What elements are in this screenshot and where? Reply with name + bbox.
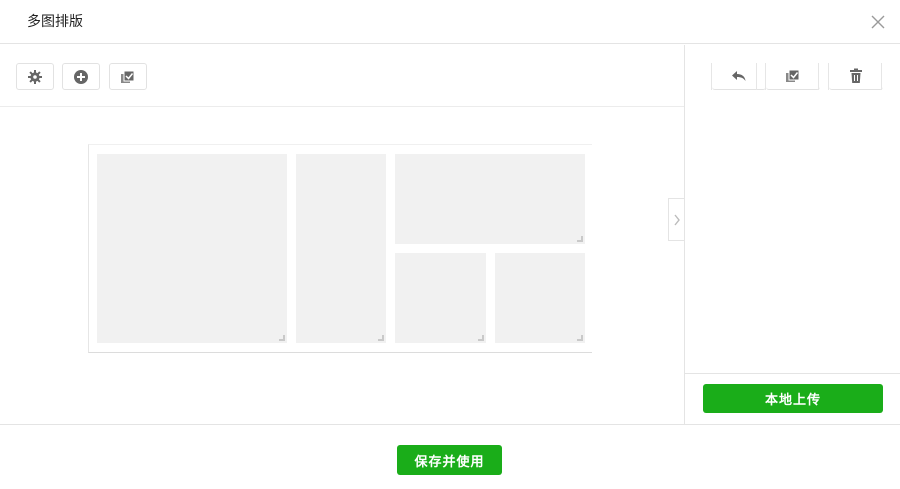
resize-handle-icon[interactable]	[378, 335, 384, 341]
resize-handle-icon[interactable]	[577, 236, 583, 242]
select-images-button[interactable]	[109, 63, 147, 90]
delete-button[interactable]	[829, 63, 883, 90]
layout-cell[interactable]	[395, 154, 585, 244]
panel-toggle-button[interactable]	[668, 198, 684, 241]
right-panel-separator	[685, 373, 900, 374]
chevron-right-icon	[673, 214, 681, 226]
layout-cell[interactable]	[97, 154, 287, 343]
resize-handle-icon[interactable]	[577, 335, 583, 341]
toolbar-edge	[881, 63, 882, 90]
add-circle-icon	[73, 69, 89, 85]
left-toolbar	[0, 45, 685, 107]
image-stack-icon	[120, 69, 136, 85]
local-upload-button[interactable]: 本地上传	[703, 384, 883, 413]
toolbar-edge	[818, 63, 819, 90]
undo-button[interactable]	[712, 63, 766, 90]
close-icon[interactable]	[870, 14, 886, 30]
save-and-use-button[interactable]: 保存并使用	[397, 445, 502, 475]
dialog-title: 多图排版	[27, 14, 83, 30]
dialog-footer: 保存并使用	[0, 424, 900, 489]
gear-icon	[27, 69, 43, 85]
trash-icon	[849, 68, 863, 84]
undo-icon	[731, 69, 747, 83]
resize-handle-icon[interactable]	[279, 335, 285, 341]
layout-cell[interactable]	[395, 253, 486, 343]
panel-divider	[684, 45, 685, 424]
select-images-right-button[interactable]	[766, 63, 820, 90]
dialog-header: 多图排版	[0, 0, 900, 44]
settings-button[interactable]	[16, 63, 54, 90]
resize-handle-icon[interactable]	[478, 335, 484, 341]
layout-cell[interactable]	[296, 154, 386, 343]
layout-cell[interactable]	[495, 253, 585, 343]
toolbar-edge	[756, 63, 757, 90]
image-stack-icon	[785, 68, 801, 84]
add-image-button[interactable]	[62, 63, 100, 90]
